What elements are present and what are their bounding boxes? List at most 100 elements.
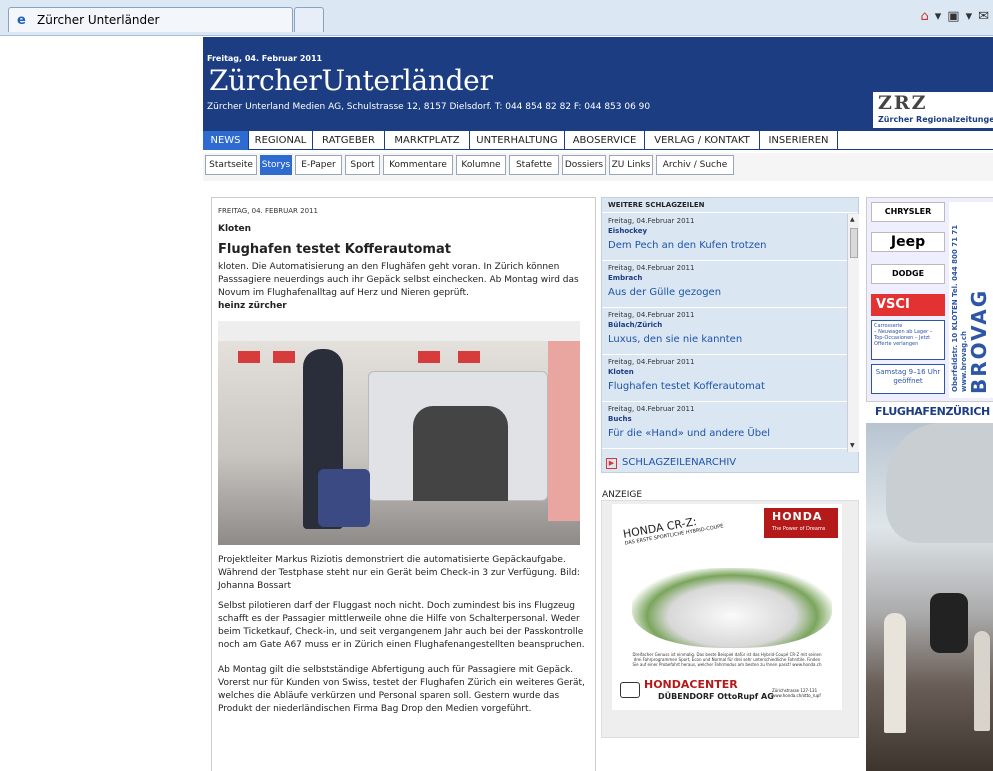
honda-logo: HONDA The Power of Dreams [764, 508, 838, 538]
photo-machine-slot [413, 406, 508, 501]
headline-category: Bülach/Zürich [608, 321, 663, 329]
photo-sign [273, 351, 295, 363]
honda-slogan: The Power of Dreams [772, 526, 826, 532]
headline-link[interactable]: Für die «Hand» und andere Übel [608, 426, 841, 442]
photo-sign [238, 351, 260, 363]
flughafen-zurich-logo[interactable]: FLUGHAFENZÜRICH [875, 405, 990, 418]
article-date: FREITAG, 04. FEBRUAR 2011 [218, 207, 318, 215]
headlines-box: WEITERE SCHLAGZEILEN Freitag, 04.Februar… [601, 197, 859, 473]
article-photo[interactable] [218, 321, 580, 545]
headline-item[interactable]: Freitag, 04.Februar 2011 Embrach Aus der… [602, 261, 847, 308]
subnav-kolumne[interactable]: Kolumne [456, 155, 506, 175]
chrysler-logo: CHRYSLER [871, 202, 945, 222]
nav-item-aboservice[interactable]: ABOSERVICE [565, 131, 645, 150]
dealer-address: Zürichstrasse 127-131 www.honda.ch/otto_… [772, 688, 821, 698]
zrz-logo-text: ZRZ [878, 92, 928, 114]
headlines-scrollbar[interactable]: ▲ ▼ [847, 214, 859, 452]
headline-date: Freitag, 04.Februar 2011 [608, 405, 695, 413]
photo-sign [458, 351, 480, 363]
headline-item[interactable]: Freitag, 04.Februar 2011 Eishockey Dem P… [602, 214, 847, 261]
scroll-down-icon[interactable]: ▼ [850, 442, 855, 449]
subnav-epaper[interactable]: E-Paper [295, 155, 342, 175]
headline-item[interactable]: Freitag, 04.Februar 2011 Buchs Für die «… [602, 402, 847, 449]
jeep-logo: Jeep [871, 232, 945, 252]
headline-date: Freitag, 04.Februar 2011 [608, 264, 695, 272]
honda-advertisement[interactable]: HONDA The Power of Dreams HONDA CR-Z: DA… [601, 500, 859, 738]
home-icon[interactable]: ⌂ [920, 9, 928, 24]
subnav-dossiers[interactable]: Dossiers [562, 155, 606, 175]
headline-link[interactable]: Flughafen testet Kofferautomat [608, 379, 841, 395]
photo-person [884, 613, 906, 733]
masthead-date: Freitag, 04. Februar 2011 [207, 54, 323, 63]
publisher-address: Zürcher Unterland Medien AG, Schulstrass… [207, 102, 651, 112]
mail-icon[interactable]: ✉ [978, 9, 989, 24]
dealer-name: HONDACENTER [644, 678, 738, 691]
nav-item-ratgeber[interactable]: RATGEBER [313, 131, 385, 150]
subnav-archiv-suche[interactable]: Archiv / Suche [656, 155, 734, 175]
subnav-storys[interactable]: Storys [260, 155, 292, 175]
masthead: Freitag, 04. Februar 2011 ZürcherUnterlä… [203, 37, 993, 131]
headline-item[interactable]: Freitag, 04.Februar 2011 Kloten Flughafe… [602, 355, 847, 402]
headline-link[interactable]: Dem Pech an den Kufen trotzen [608, 238, 841, 254]
subnav-kommentare[interactable]: Kommentare [383, 155, 453, 175]
photo-caption: Projektleiter Markus Riziotis demonstrie… [218, 555, 580, 591]
subnav-stafette[interactable]: Stafette [509, 155, 559, 175]
article: FREITAG, 04. FEBRUAR 2011 Kloten Flughaf… [211, 197, 596, 771]
subnav-zu-links[interactable]: ZU Links [609, 155, 653, 175]
opening-hours: Samstag 9–16 Uhr geöffnet [871, 364, 945, 394]
zrz-logo-subtitle: Zürcher Regionalzeitungen [878, 115, 993, 124]
brovag-vertical-panel: Oberfeldstr. 10 KLOTEN Tel. 044 800 71 7… [949, 202, 993, 398]
nav-item-regional[interactable]: REGIONAL [249, 131, 313, 150]
scroll-up-icon[interactable]: ▲ [850, 216, 855, 223]
browser-tab-bar: e Zürcher Unterländer ⌂ ▾ ▣ ▾ ✉ [0, 0, 993, 36]
brovag-advertisement[interactable]: CHRYSLER Jeep DODGE VSCI Carrosserie – N… [866, 197, 993, 402]
article-location: Kloten [218, 224, 252, 234]
brovag-brand: BROVAG KLOTEN [967, 288, 993, 394]
new-tab-button[interactable] [294, 7, 324, 32]
subnav-sport[interactable]: Sport [345, 155, 380, 175]
nav-item-verlag-kontakt[interactable]: VERLAG / KONTAKT [645, 131, 760, 150]
ad-headline: HONDA CR-Z: DAS ERSTE SPORTLICHE HYBRID-… [622, 511, 724, 547]
headline-date: Freitag, 04.Februar 2011 [608, 358, 695, 366]
headline-link[interactable]: Aus der Gülle gezogen [608, 285, 841, 301]
scrollbar-thumb[interactable] [850, 228, 858, 258]
headlines-list: Freitag, 04.Februar 2011 Eishockey Dem P… [602, 214, 847, 452]
dropdown-icon[interactable]: ▾ [935, 9, 942, 24]
browser-viewport: Freitag, 04. Februar 2011 ZürcherUnterlä… [0, 37, 993, 771]
nav-item-inserieren[interactable]: INSERIEREN [760, 131, 838, 150]
headline-category: Kloten [608, 368, 634, 376]
web-page: Freitag, 04. Februar 2011 ZürcherUnterlä… [203, 37, 993, 771]
headline-item[interactable]: Freitag, 04.Februar 2011 Bülach/Zürich L… [602, 308, 847, 355]
subnav-startseite[interactable]: Startseite [205, 155, 257, 175]
headline-link[interactable]: Luxus, den sie nie kannten [608, 332, 841, 348]
feeds-icon[interactable]: ▣ [947, 9, 959, 24]
photo-ceiling [218, 321, 580, 341]
headline-date: Freitag, 04.Februar 2011 [608, 311, 695, 319]
archive-link[interactable]: ▶ SCHLAGZEILENARCHIV [606, 457, 736, 469]
dodge-logo: DODGE [871, 264, 945, 284]
nav-item-unterhaltung[interactable]: UNTERHALTUNG [470, 131, 565, 150]
main-nav: NEWS REGIONAL RATGEBER MARKTPLATZ UNTERH… [203, 131, 993, 150]
dropdown-icon[interactable]: ▾ [966, 9, 973, 24]
headline-category: Embrach [608, 274, 643, 282]
ad-label: ANZEIGE [602, 490, 643, 500]
offer-bullets: – Neuwagen ab Lager – Top-Occasionen – J… [874, 329, 933, 347]
zrz-logo[interactable]: ZRZ Zürcher Regionalzeitungen [873, 92, 993, 128]
site-title[interactable]: ZürcherUnterländer [209, 64, 493, 97]
browser-toolbar: ⌂ ▾ ▣ ▾ ✉ [920, 9, 989, 24]
ie-icon: e [17, 13, 26, 28]
headline-date: Freitag, 04.Februar 2011 [608, 217, 695, 225]
article-paragraph: Ab Montag gilt die selbstständige Abfert… [218, 665, 585, 714]
airport-ad-image[interactable] [866, 423, 993, 771]
arrow-right-icon: ▶ [606, 458, 617, 469]
nav-item-marktplatz[interactable]: MARKTPLATZ [385, 131, 470, 150]
article-paragraph: Selbst pilotieren darf der Fluggast noch… [218, 601, 585, 650]
browser-tab[interactable]: e Zürcher Unterländer [8, 7, 293, 32]
nav-item-news[interactable]: NEWS [203, 131, 249, 150]
honda-h-logo-icon [620, 682, 640, 698]
ad-banner[interactable]: HONDA The Power of Dreams HONDA CR-Z: DA… [612, 504, 842, 710]
article-title: Flughafen testet Kofferautomat [218, 242, 451, 257]
car-image [632, 568, 832, 648]
photo-person [974, 631, 990, 731]
honda-brand: HONDA [772, 510, 823, 523]
